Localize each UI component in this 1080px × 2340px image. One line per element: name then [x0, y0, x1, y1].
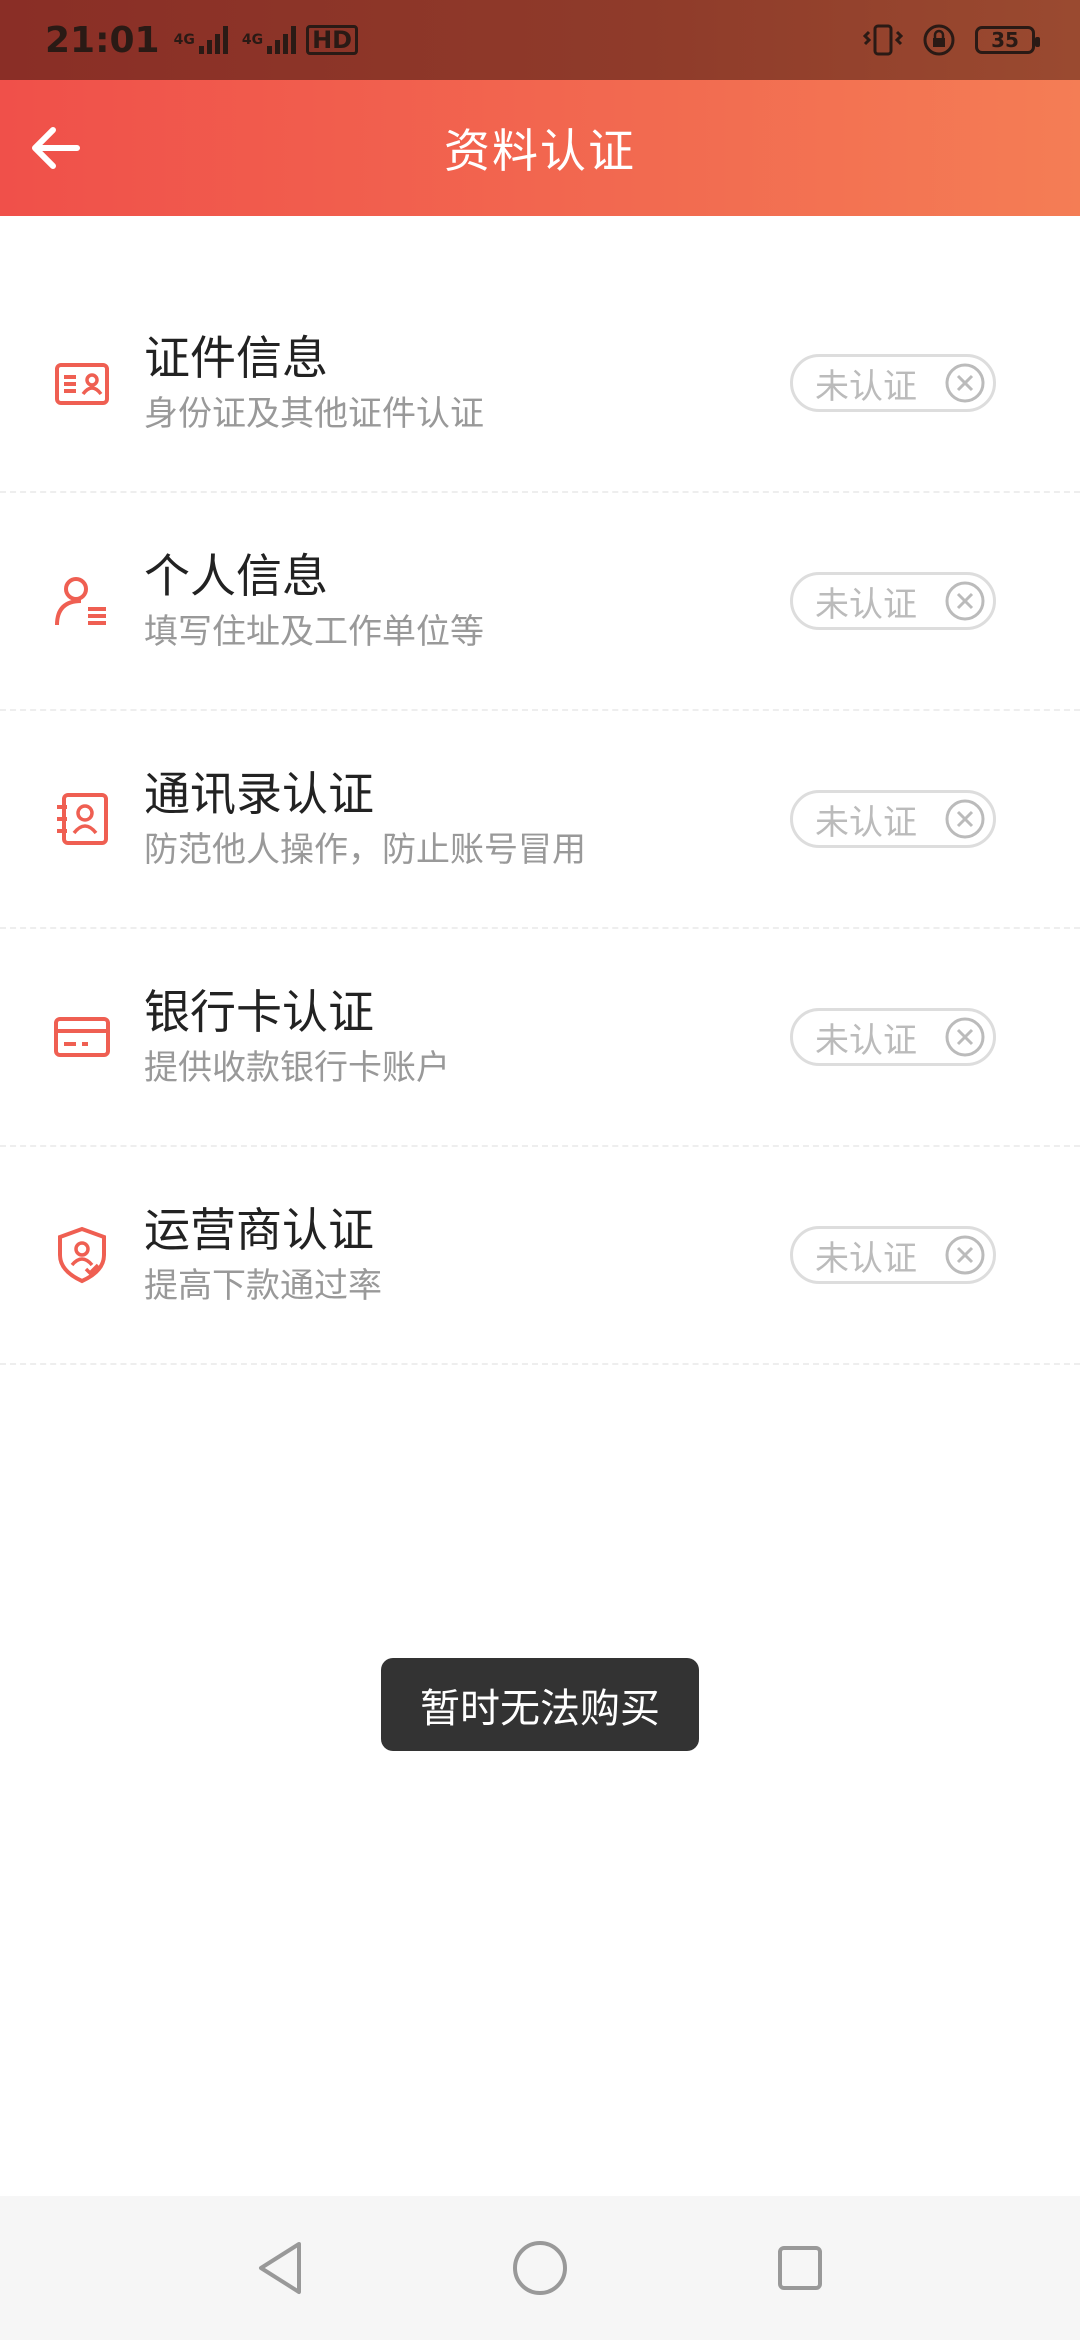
- item-title: 个人信息: [144, 549, 328, 603]
- item-subtitle: 提供收款银行卡账户: [144, 1048, 450, 1088]
- status-label: 未认证: [815, 366, 917, 407]
- item-title: 通讯录认证: [144, 767, 374, 821]
- nav-recents-button[interactable]: [765, 2233, 835, 2303]
- signal-bars-icon: [198, 26, 228, 54]
- list-item-id-info[interactable]: 证件信息 身份证及其他证件认证 未认证: [0, 275, 1080, 493]
- item-subtitle: 防范他人操作，防止账号冒用: [144, 830, 586, 870]
- row-text: 运营商认证 提高下款通过率: [144, 1201, 382, 1309]
- status-badge[interactable]: 未认证: [790, 1226, 996, 1284]
- battery-icon: 35: [975, 26, 1040, 54]
- sim1-label: 4G: [173, 32, 195, 48]
- close-circle-icon: [945, 1017, 985, 1057]
- shield-user-icon: [58, 1226, 106, 1284]
- back-button[interactable]: [22, 114, 90, 182]
- id-card-icon: [55, 363, 109, 405]
- toast-message: 暂时无法购买: [381, 1658, 699, 1751]
- close-circle-icon: [945, 1235, 985, 1275]
- item-subtitle: 身份证及其他证件认证: [144, 394, 484, 434]
- signal-sim2: 4G: [241, 26, 297, 54]
- item-title: 银行卡认证: [144, 985, 374, 1039]
- vibrate-icon: [863, 24, 903, 56]
- item-title: 运营商认证: [144, 1203, 374, 1257]
- row-text: 银行卡认证 提供收款银行卡账户: [144, 983, 450, 1091]
- sim2-label: 4G: [241, 32, 264, 48]
- close-circle-icon: [945, 799, 985, 839]
- item-subtitle: 填写住址及工作单位等: [144, 612, 484, 652]
- person-info-icon: [55, 577, 106, 626]
- item-subtitle: 提高下款通过率: [144, 1266, 382, 1306]
- hd-badge: HD: [306, 25, 359, 55]
- verification-list: 证件信息 身份证及其他证件认证 未认证 个人信息 填写住址及工作单位等 未认证: [0, 275, 1080, 1365]
- app-bar: 资料认证: [0, 80, 1080, 216]
- status-label: 未认证: [815, 1238, 917, 1279]
- status-label: 未认证: [815, 802, 917, 843]
- item-title: 证件信息: [144, 331, 328, 385]
- status-label: 未认证: [815, 1020, 917, 1061]
- status-bar: 21:01 4G 4G HD 35: [0, 0, 1080, 80]
- status-label: 未认证: [815, 584, 917, 625]
- row-text: 证件信息 身份证及其他证件认证: [144, 329, 484, 437]
- nav-back-button[interactable]: [245, 2233, 315, 2303]
- list-item-bank-card[interactable]: 银行卡认证 提供收款银行卡账户 未认证: [0, 929, 1080, 1147]
- status-badge[interactable]: 未认证: [790, 790, 996, 848]
- list-item-carrier[interactable]: 运营商认证 提高下款通过率 未认证: [0, 1147, 1080, 1365]
- page-title: 资料认证: [444, 124, 636, 178]
- row-text: 个人信息 填写住址及工作单位等: [144, 547, 484, 655]
- list-item-contacts[interactable]: 通讯录认证 防范他人操作，防止账号冒用 未认证: [0, 711, 1080, 929]
- close-circle-icon: [945, 363, 985, 403]
- status-badge[interactable]: 未认证: [790, 572, 996, 630]
- system-nav-bar: [0, 2196, 1080, 2340]
- nav-home-button[interactable]: [505, 2233, 575, 2303]
- arrow-left-icon: [32, 127, 80, 169]
- triangle-back-icon: [259, 2242, 301, 2294]
- rotation-lock-icon: [923, 24, 955, 56]
- signal-bars-icon: [267, 26, 297, 54]
- bank-card-icon: [54, 1017, 110, 1057]
- list-item-personal-info[interactable]: 个人信息 填写住址及工作单位等 未认证: [0, 493, 1080, 711]
- status-badge[interactable]: 未认证: [790, 354, 996, 412]
- battery-level: 35: [991, 28, 1019, 52]
- signal-sim1: 4G: [174, 26, 228, 54]
- status-badge[interactable]: 未认证: [790, 1008, 996, 1066]
- contacts-icon: [57, 793, 108, 845]
- row-text: 通讯录认证 防范他人操作，防止账号冒用: [144, 765, 586, 873]
- circle-home-icon: [513, 2241, 567, 2295]
- close-circle-icon: [945, 581, 985, 621]
- square-recents-icon: [778, 2246, 822, 2290]
- status-right: 35: [863, 22, 1040, 58]
- status-time: 21:01: [45, 19, 160, 61]
